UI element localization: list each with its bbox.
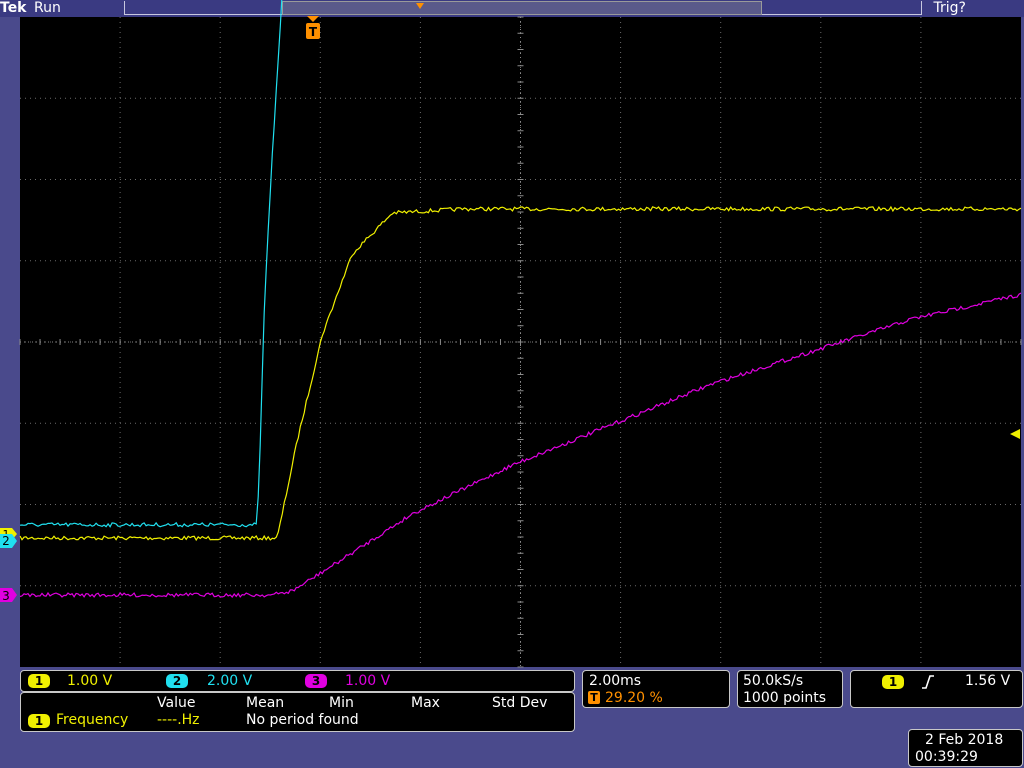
trigger-position-value: 29.20 % xyxy=(605,690,663,706)
timebase-readout[interactable]: 2.00ms T 29.20 % xyxy=(582,670,730,708)
time-label: 00:39:29 xyxy=(915,749,978,765)
waveform-display[interactable]: T 1 2 3 xyxy=(0,0,1024,768)
measurement-header-mean: Mean xyxy=(246,695,285,711)
channel3-scale: 1.00 V xyxy=(345,673,391,689)
measurement-header-max: Max xyxy=(411,695,440,711)
measurement-name: Frequency xyxy=(56,712,129,728)
channel3-ground-marker[interactable]: 3 xyxy=(0,588,17,603)
trigger-source-badge: 1 xyxy=(882,675,904,689)
trigger-level: 1.56 V xyxy=(965,673,1011,689)
measurement-readout[interactable]: Value Mean Min Max Std Dev 1 Frequency -… xyxy=(20,692,575,732)
measurement-message: No period found xyxy=(246,712,359,728)
trigger-marker-label: T xyxy=(309,25,318,39)
channel3-badge: 3 xyxy=(305,674,327,688)
rising-edge-icon xyxy=(922,675,934,689)
measurement-header-std-dev: Std Dev xyxy=(492,695,548,711)
record-midpoint-marker xyxy=(416,3,424,9)
trigger-position-badge: T xyxy=(588,691,600,704)
measurement-value: ----.Hz xyxy=(157,712,200,728)
measurement-header-value: Value xyxy=(157,695,196,711)
channel2-badge: 2 xyxy=(166,674,188,688)
trigger-readout[interactable]: 1 1.56 V xyxy=(850,670,1023,708)
channel2-ground-label: 2 xyxy=(2,534,10,548)
record-length: 1000 points xyxy=(743,690,827,706)
channel3-ground-label: 3 xyxy=(2,589,10,603)
measurement-header-min: Min xyxy=(329,695,354,711)
channel1-badge: 1 xyxy=(28,674,50,688)
channel1-scale: 1.00 V xyxy=(67,673,113,689)
sample-rate: 50.0kS/s xyxy=(743,673,804,689)
datetime-readout: 2 Feb 2018 00:39:29 xyxy=(908,729,1023,767)
measurement-source-badge: 1 xyxy=(28,714,50,728)
date-label: 2 Feb 2018 xyxy=(925,732,1004,748)
timebase-scale: 2.00ms xyxy=(589,673,642,689)
channel-scale-readout[interactable]: 1 1.00 V 2 2.00 V 3 1.00 V xyxy=(20,670,575,692)
acquisition-readout[interactable]: 50.0kS/s 1000 points xyxy=(737,670,843,708)
channel2-scale: 2.00 V xyxy=(207,673,253,689)
